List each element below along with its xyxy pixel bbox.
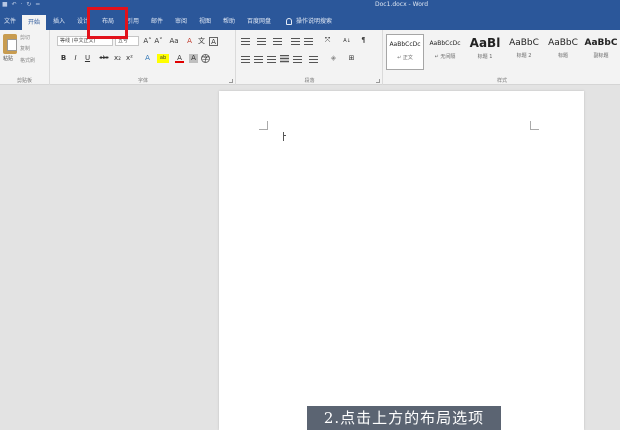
style-heading-2-name: 标题 2 xyxy=(516,53,532,59)
superscript-button[interactable]: x² xyxy=(125,54,134,63)
document-title: Doc1.docx - Word xyxy=(375,1,429,8)
font-group-label: 字体 xyxy=(137,78,148,84)
style-heading-1[interactable]: AaBl 标题 1 xyxy=(466,34,504,70)
tab-baidu-netdisk[interactable]: 百度网盘 xyxy=(242,14,276,30)
format-painter-button[interactable]: 格式刷 xyxy=(20,57,35,64)
style-normal-preview: AaBbCcDc xyxy=(389,41,421,48)
style-heading-1-preview: AaBl xyxy=(469,36,501,50)
style-heading-2[interactable]: AaBbC 标题 2 xyxy=(505,34,543,70)
clipboard-group-label: 剪贴板 xyxy=(16,78,32,84)
tell-me-label: 操作说明搜索 xyxy=(296,18,333,25)
tutorial-caption: 2.点击上方的布局选项 xyxy=(307,406,501,430)
character-shading-button[interactable]: A xyxy=(189,54,198,63)
numbering-icon[interactable] xyxy=(257,38,266,46)
grow-font-button[interactable]: A˄ xyxy=(143,37,152,46)
align-left-icon[interactable] xyxy=(241,56,250,64)
borders-icon[interactable]: ⊞ xyxy=(347,54,356,63)
title-bar: ■ ↶ · ↻ = Doc1.docx - Word xyxy=(0,0,620,10)
enclose-characters-button[interactable]: 字 xyxy=(201,54,210,63)
text-effects-button[interactable]: A xyxy=(143,54,152,63)
paragraph-group: ⤧ A↓ ¶ ◈ ⊞ 段落 xyxy=(237,30,383,85)
strikethrough-button[interactable]: abc xyxy=(97,54,111,63)
italic-button[interactable]: I xyxy=(71,54,80,63)
decrease-indent-icon[interactable] xyxy=(291,38,300,46)
tell-me-search[interactable]: 操作说明搜索 xyxy=(286,14,332,30)
tab-home[interactable]: 开始 xyxy=(22,15,46,30)
multilevel-list-icon[interactable] xyxy=(273,38,282,46)
tab-review[interactable]: 审阅 xyxy=(170,14,192,30)
align-center-icon[interactable] xyxy=(254,56,263,64)
font-size-field[interactable]: 五号 xyxy=(115,36,139,46)
style-subtitle-name: 副标题 xyxy=(593,53,609,59)
highlight-color-button[interactable]: ab xyxy=(157,54,169,63)
margin-corner-top-right xyxy=(530,121,539,130)
tab-help[interactable]: 帮助 xyxy=(218,14,240,30)
text-cursor xyxy=(283,132,284,141)
style-no-spacing-name: ↵ 无间隔 xyxy=(434,54,456,60)
paste-label[interactable]: 粘贴 xyxy=(3,55,13,62)
style-normal-name: ↵ 正文 xyxy=(397,55,413,61)
phonetic-guide-button[interactable]: 文 xyxy=(197,37,206,46)
style-heading-2-preview: AaBbC xyxy=(509,38,539,48)
tab-references[interactable]: 引用 xyxy=(122,14,144,30)
tab-view[interactable]: 视图 xyxy=(194,14,216,30)
character-border-button[interactable]: A xyxy=(209,37,218,46)
margin-corner-top-left xyxy=(259,121,268,130)
style-no-spacing-preview: AaBbCcDc xyxy=(429,40,461,47)
bold-button[interactable]: B xyxy=(59,54,68,63)
align-right-icon[interactable] xyxy=(267,56,276,64)
style-subtitle-preview: AaBbC xyxy=(584,38,618,48)
paste-icon[interactable] xyxy=(3,34,17,54)
copy-button[interactable]: 复制 xyxy=(20,45,30,52)
asian-layout-icon[interactable]: ⤧ xyxy=(323,36,332,45)
font-name-field[interactable]: 等线 (中文正文) xyxy=(57,36,113,46)
tab-design[interactable]: 设计 xyxy=(72,14,94,30)
style-subtitle[interactable]: AaBbC 副标题 xyxy=(582,34,620,70)
change-case-button[interactable]: Aa xyxy=(167,37,181,46)
lightbulb-icon xyxy=(286,18,292,25)
paragraph-shading-icon[interactable]: ◈ xyxy=(329,54,338,63)
shrink-font-button[interactable]: A˅ xyxy=(154,37,163,46)
sort-button[interactable]: A↓ xyxy=(341,37,353,46)
paragraph-group-label: 段落 xyxy=(304,78,315,84)
ribbon-home: 粘贴 剪切 复制 格式刷 剪贴板 等线 (中文正文) 五号 A˄ A˅ Aa A… xyxy=(0,30,620,85)
tab-layout[interactable]: 布局 xyxy=(96,14,120,30)
tab-insert[interactable]: 插入 xyxy=(48,14,70,30)
show-marks-button[interactable]: ¶ xyxy=(359,36,368,45)
style-normal[interactable]: AaBbCcDc ↵ 正文 xyxy=(386,34,424,70)
quick-access-toolbar[interactable]: ■ ↶ · ↻ = xyxy=(2,1,41,8)
font-dialog-launcher[interactable] xyxy=(229,79,233,83)
tab-file[interactable]: 文件 xyxy=(0,14,20,30)
cut-button[interactable]: 剪切 xyxy=(20,34,30,41)
text-cursor-tick xyxy=(283,135,286,136)
distributed-icon[interactable] xyxy=(293,56,302,64)
clipboard-group: 粘贴 剪切 复制 格式刷 剪贴板 xyxy=(0,30,50,85)
style-title-preview: AaBbC xyxy=(548,38,578,48)
tab-mailings[interactable]: 邮件 xyxy=(146,14,168,30)
font-group: 等线 (中文正文) 五号 A˄ A˅ Aa A 文 A B I U abc x₂… xyxy=(51,30,236,85)
line-spacing-icon[interactable] xyxy=(309,56,318,64)
justify-icon[interactable] xyxy=(280,55,289,63)
paragraph-dialog-launcher[interactable] xyxy=(376,79,380,83)
bullets-icon[interactable] xyxy=(241,38,250,46)
increase-indent-icon[interactable] xyxy=(304,38,313,46)
underline-button[interactable]: U xyxy=(83,54,92,63)
style-no-spacing[interactable]: AaBbCcDc ↵ 无间隔 xyxy=(426,34,464,70)
clear-formatting-button[interactable]: A xyxy=(185,37,194,46)
ribbon-tab-bar: 文件 开始 插入 设计 布局 引用 邮件 审阅 视图 帮助 百度网盘 操作说明搜… xyxy=(0,10,620,30)
document-page[interactable] xyxy=(219,91,584,430)
subscript-button[interactable]: x₂ xyxy=(113,54,122,63)
font-color-button[interactable]: A xyxy=(175,54,184,63)
style-title[interactable]: AaBbC 标题 xyxy=(544,34,582,70)
styles-group-label: 样式 xyxy=(496,78,507,84)
styles-group: AaBbCcDc ↵ 正文 AaBbCcDc ↵ 无间隔 AaBl 标题 1 A… xyxy=(384,30,620,85)
style-title-name: 标题 xyxy=(557,53,568,59)
style-heading-1-name: 标题 1 xyxy=(477,54,493,60)
